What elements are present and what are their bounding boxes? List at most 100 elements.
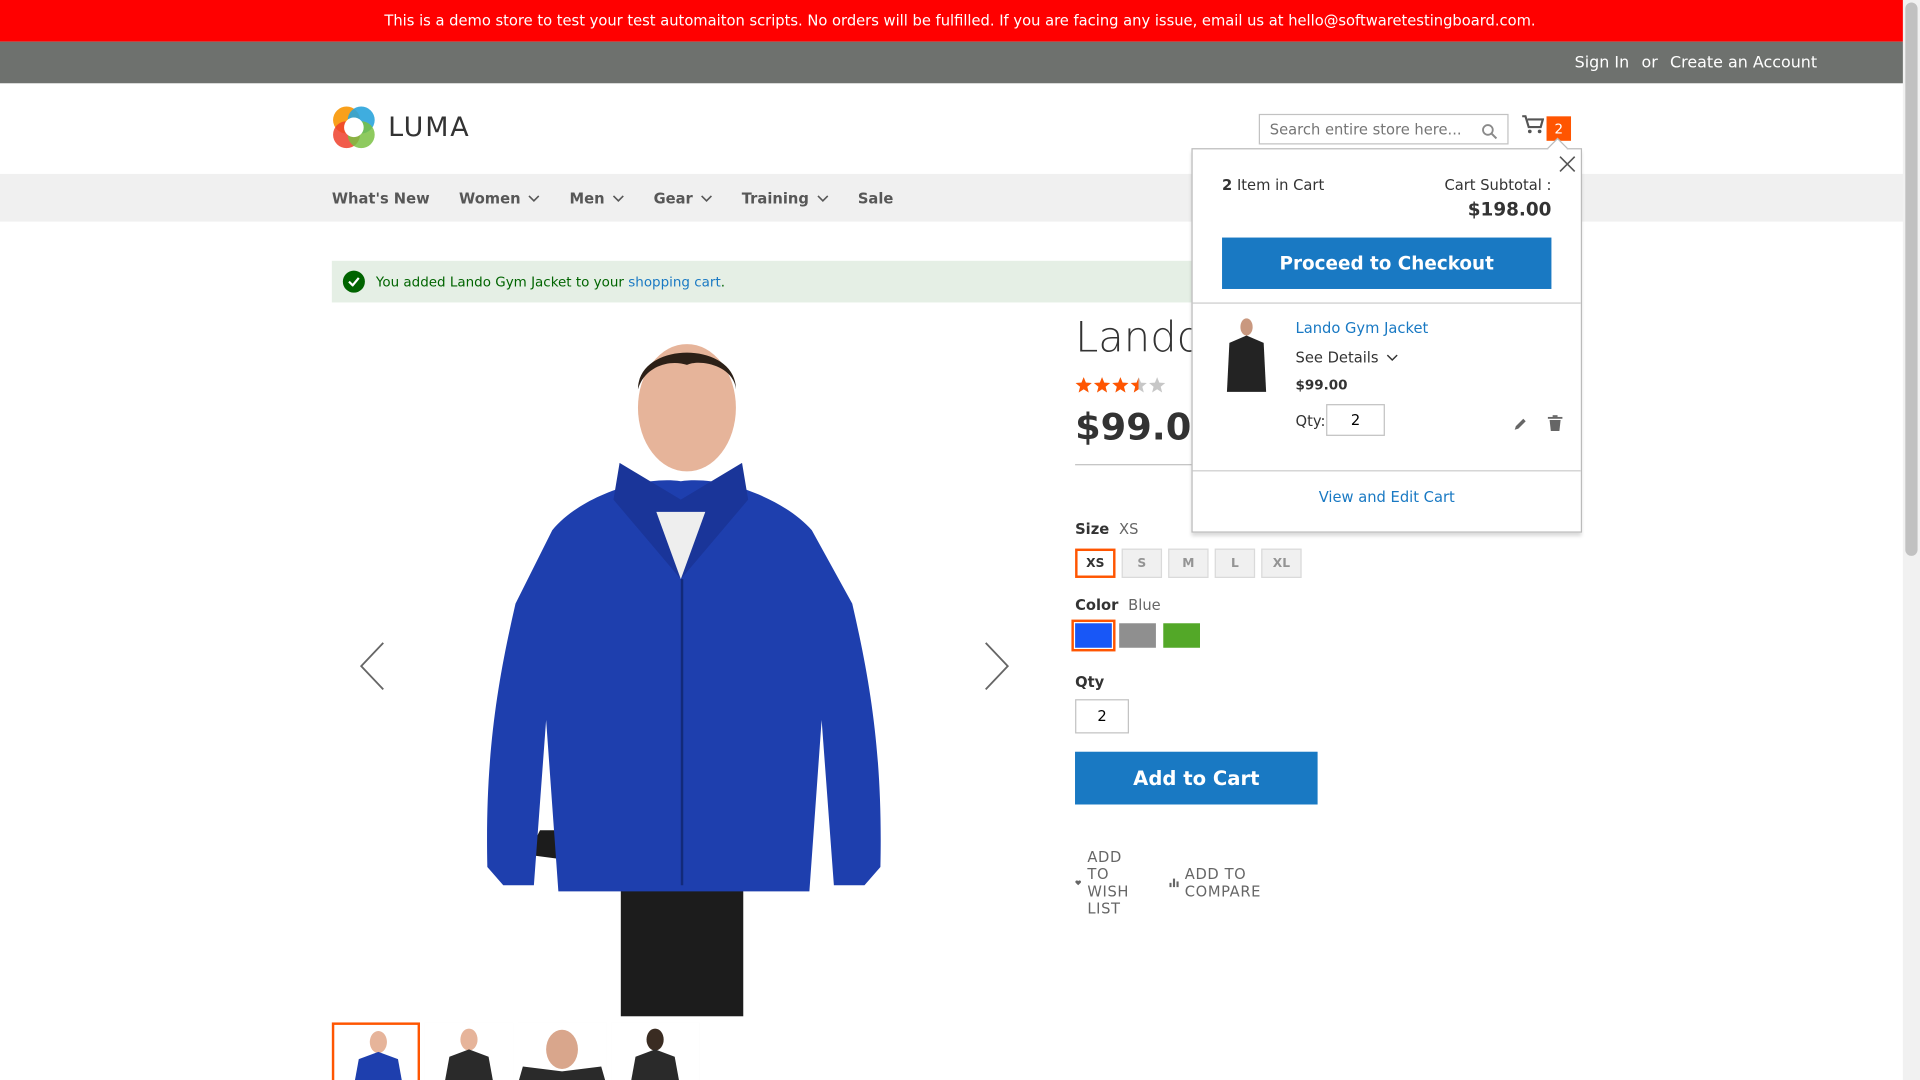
color-swatch-gray[interactable] [1119,623,1156,648]
create-account-link[interactable]: Create an Account [1670,53,1817,71]
size-attribute: Size XS [1075,520,1138,537]
size-option-l[interactable]: L [1214,548,1256,578]
compare-label: ADD TO COMPARE [1184,865,1262,900]
product-image[interactable] [331,315,1033,1017]
chevron-down-icon [816,194,828,202]
demo-banner-text: This is a demo store to test your test a… [384,12,1536,30]
proceed-to-checkout-button[interactable]: Proceed to Checkout [1222,237,1552,289]
minicart-item-name[interactable]: Lando Gym Jacket [1296,320,1429,337]
chevron-down-icon [1386,354,1398,362]
heart-icon [1075,880,1081,886]
add-to-cart-button[interactable]: Add to Cart [1075,751,1318,805]
nav-label: Training [741,189,809,207]
add-to-compare-link[interactable]: ADD TO COMPARE [1169,849,1267,918]
minicart-qty-label: Qty: [1295,412,1326,430]
add-to-wishlist-link[interactable]: ADD TO WISH LIST [1075,848,1140,918]
color-label: Color [1075,596,1119,614]
color-selected-value: Blue [1128,596,1161,614]
subtotal-value: $198.00 [1467,198,1552,221]
search-icon[interactable] [1482,121,1498,144]
product-jacket-image [331,315,1033,1017]
top-bar: Sign In or Create an Account [0,41,1920,84]
size-option-xs[interactable]: XS [1075,548,1116,578]
star-rating-icon [1075,377,1166,393]
size-option-m[interactable]: M [1168,548,1209,578]
qty-label: Qty [1075,673,1105,691]
trash-icon[interactable] [1547,413,1563,436]
nav-label: Sale [857,189,894,207]
search-input[interactable] [1269,120,1478,138]
logo[interactable]: LUMA [332,105,471,149]
main-nav: What's New Women Men Gear Training Sale [0,173,1920,222]
divider [1192,470,1581,472]
or-text: or [1641,53,1658,72]
sign-in-link[interactable]: Sign In [1575,53,1630,71]
nav-item-women[interactable]: Women [459,189,540,206]
nav-label: What's New [331,189,430,207]
previous-arrow-icon[interactable] [359,642,386,691]
minicart-count-suffix: Item in Cart [1232,176,1325,194]
minicart-item-count: 2 Item in Cart [1222,176,1324,193]
scrollbar[interactable] [1902,0,1920,1080]
size-options: XS S M L XL [1075,548,1302,578]
color-options [1071,619,1200,652]
minicart-qty-input[interactable] [1326,404,1385,436]
demo-banner: This is a demo store to test your test a… [0,0,1920,42]
thumbnail-4[interactable] [611,1022,700,1080]
search-box [1258,113,1509,145]
cart-icon[interactable] [1522,115,1545,139]
chevron-down-icon [700,194,712,202]
message-suffix: . [720,273,726,290]
color-swatch-green[interactable] [1163,623,1200,648]
color-swatch-blue[interactable] [1071,619,1116,652]
thumbnail-3[interactable] [517,1022,607,1080]
luma-logo-icon [333,106,375,149]
nav-item-gear[interactable]: Gear [654,189,713,206]
shopping-cart-link[interactable]: shopping cart [628,274,720,290]
minicart-dropdown: 2 Item in Cart Cart Subtotal : $198.00 P… [1191,137,1583,533]
thumbnail-1[interactable] [331,1022,420,1080]
color-attribute: Color Blue [1075,596,1161,613]
check-circle-icon [342,270,365,293]
chevron-down-icon [612,194,624,202]
divider [1192,302,1581,304]
nav-label: Women [459,189,521,207]
scrollbar-thumb[interactable] [1905,2,1918,556]
header: LUMA 2 [0,83,1920,174]
product-actions: ADD TO WISH LIST ADD TO COMPARE [1075,848,1268,918]
product-title: Lando [1075,313,1203,363]
pencil-icon[interactable] [1513,413,1528,436]
wishlist-label: ADD TO WISH LIST [1087,848,1130,918]
view-and-edit-cart-link[interactable]: View and Edit Cart [1193,489,1581,506]
size-option-xl[interactable]: XL [1261,548,1302,578]
see-details-label: See Details [1295,348,1379,367]
rating-stars[interactable] [1075,377,1175,394]
nav-label: Gear [653,189,693,207]
next-arrow-icon[interactable] [983,642,1010,691]
page: This is a demo store to test your test a… [0,0,1920,1080]
nav-item-whats-new[interactable]: What's New [332,189,430,206]
minicart-count-number: 2 [1222,176,1233,194]
nav-item-sale[interactable]: Sale [858,189,894,206]
success-message: You added Lando Gym Jacket to your shopp… [331,260,1214,303]
subtotal-label: Cart Subtotal : [1444,176,1552,194]
cart-counter-badge[interactable]: 2 [1546,116,1572,141]
minicart-item-image[interactable] [1222,315,1272,395]
nav-item-men[interactable]: Men [570,189,625,206]
chevron-down-icon [528,194,540,202]
divider [1075,464,1193,466]
compare-chart-icon [1169,878,1179,888]
qty-input[interactable] [1075,699,1129,734]
close-icon[interactable] [1559,154,1576,177]
thumbnail-strip [331,1022,700,1080]
size-label: Size [1075,520,1110,538]
nav-item-training[interactable]: Training [742,189,829,206]
see-details-toggle[interactable]: See Details [1296,349,1399,366]
size-option-s[interactable]: S [1121,548,1163,578]
thumbnail-2[interactable] [424,1022,514,1080]
nav-label: Men [569,189,605,207]
logo-text: LUMA [388,112,471,143]
message-prefix: You added Lando Gym Jacket to your [375,273,624,290]
minicart-item-price: $99.00 [1295,377,1348,394]
size-selected-value: XS [1119,520,1139,538]
